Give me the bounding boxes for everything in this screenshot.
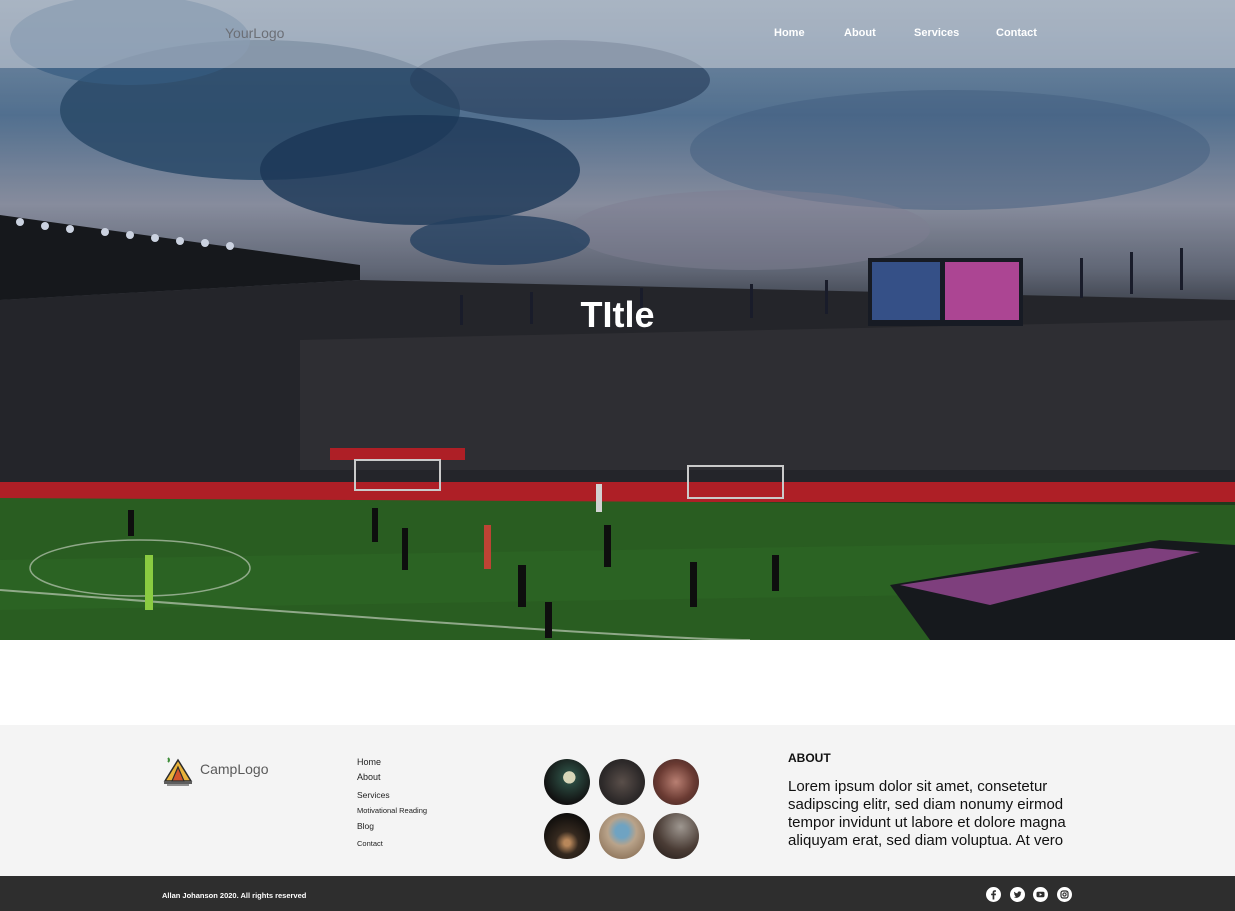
gallery-thumbnail-2[interactable] xyxy=(599,759,645,805)
camp-tent-logo-icon[interactable] xyxy=(162,754,194,786)
copyright-text: Allan Johanson 2020. All rights reserved xyxy=(162,891,307,900)
nav-link-home[interactable]: Home xyxy=(774,27,805,39)
site-logo[interactable]: YourLogo xyxy=(225,25,284,41)
footer-logo-text[interactable]: CampLogo xyxy=(200,761,269,777)
facebook-icon[interactable] xyxy=(986,887,1001,902)
about-text: Lorem ipsum dolor sit amet, consetetur s… xyxy=(788,778,1066,849)
gallery-thumbnail-3[interactable] xyxy=(653,759,699,805)
footer-link-motivational-reading[interactable]: Motivational Reading xyxy=(357,806,427,815)
about-heading: ABOUT xyxy=(788,751,831,765)
gallery-thumbnail-1[interactable] xyxy=(544,759,590,805)
hero-banner: YourLogo Home About Services Contact TIt… xyxy=(0,0,1235,640)
youtube-icon[interactable] xyxy=(1033,887,1048,902)
nav-link-services[interactable]: Services xyxy=(914,27,959,39)
nav-link-about[interactable]: About xyxy=(844,27,876,39)
footer-link-services[interactable]: Services xyxy=(357,790,390,800)
footer-link-contact[interactable]: Contact xyxy=(357,839,383,848)
gallery-thumbnail-5[interactable] xyxy=(599,813,645,859)
nav-link-contact[interactable]: Contact xyxy=(996,27,1037,39)
footer-link-home[interactable]: Home xyxy=(357,757,381,767)
gallery-thumbnail-6[interactable] xyxy=(653,813,699,859)
hero-title: TItle xyxy=(580,294,655,335)
footer-link-about[interactable]: About xyxy=(357,772,381,782)
top-navbar: YourLogo Home About Services Contact xyxy=(0,0,1235,68)
twitter-icon[interactable] xyxy=(1010,887,1025,902)
gallery-thumbnail-4[interactable] xyxy=(544,813,590,859)
instagram-icon[interactable] xyxy=(1057,887,1072,902)
footer-link-blog[interactable]: Blog xyxy=(357,821,374,831)
